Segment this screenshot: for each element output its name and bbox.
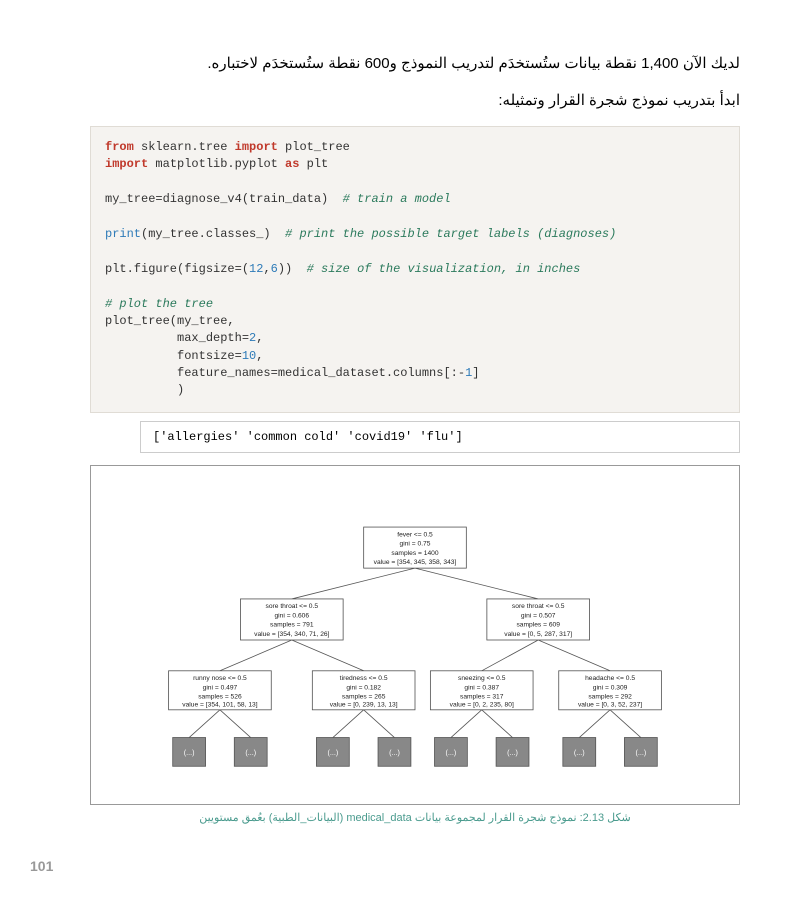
kw-print: print	[105, 227, 141, 241]
svg-text:(...): (...)	[245, 749, 256, 757]
code-number: 12	[249, 262, 263, 276]
kw-as: as	[285, 157, 299, 171]
svg-text:tiredness <= 0.5: tiredness <= 0.5	[340, 675, 388, 682]
svg-text:gini = 0.606: gini = 0.606	[274, 612, 309, 619]
tree-leaf: (...)	[563, 737, 596, 766]
svg-text:value = [0, 239, 13, 13]: value = [0, 239, 13, 13]	[330, 702, 398, 709]
svg-text:(...): (...)	[635, 749, 646, 757]
page-container: لديك الآن 1,400 نقطة بيانات ستُستخدَم لت…	[0, 0, 800, 904]
code-text: plot_tree	[278, 140, 350, 154]
svg-text:runny nose <= 0.5: runny nose <= 0.5	[193, 675, 247, 682]
svg-text:sneezing <= 0.5: sneezing <= 0.5	[458, 675, 506, 682]
tree-leaf: (...)	[378, 737, 411, 766]
kw-from: from	[105, 140, 134, 154]
svg-text:samples = 317: samples = 317	[460, 693, 504, 700]
tree-leaf: (...)	[435, 737, 468, 766]
tree-node-l2-3: sneezing <= 0.5 gini = 0.387 samples = 3…	[430, 671, 533, 710]
svg-text:samples = 526: samples = 526	[198, 693, 242, 700]
svg-text:value = [354, 101, 58, 13]: value = [354, 101, 58, 13]	[182, 702, 257, 709]
svg-text:samples = 265: samples = 265	[342, 693, 386, 700]
svg-text:samples = 1400: samples = 1400	[391, 550, 438, 557]
svg-text:value = [0, 3, 52, 237]: value = [0, 3, 52, 237]	[578, 702, 642, 709]
svg-text:(...): (...)	[389, 749, 400, 757]
tree-node-l2-1: runny nose <= 0.5 gini = 0.497 samples =…	[169, 671, 272, 710]
svg-text:sore throat <= 0.5: sore throat <= 0.5	[512, 603, 565, 610]
code-text: matplotlib.pyplot	[148, 157, 285, 171]
code-comment: # train a model	[343, 192, 451, 206]
tree-node-l1-left: sore throat <= 0.5 gini = 0.606 samples …	[240, 599, 343, 640]
figure-caption: شكل 2.13: نموذج شجرة القرار لمجموعة بيان…	[90, 811, 740, 824]
svg-text:gini = 0.387: gini = 0.387	[464, 684, 499, 691]
code-block: from sklearn.tree import plot_tree impor…	[90, 126, 740, 413]
code-text: plot_tree(my_tree,	[105, 314, 235, 328]
svg-text:value = [0, 5, 287, 317]: value = [0, 5, 287, 317]	[504, 631, 572, 638]
code-text: sklearn.tree	[134, 140, 235, 154]
decision-tree-figure: fever <= 0.5 gini = 0.75 samples = 1400 …	[90, 465, 740, 805]
code-text: plt	[299, 157, 328, 171]
code-text: feature_names=medical_dataset.columns[:-	[105, 366, 465, 380]
tree-leaf: (...)	[234, 737, 267, 766]
tree-leaf: (...)	[316, 737, 349, 766]
tree-leaf: (...)	[624, 737, 657, 766]
code-text: plt.figure(figsize=(	[105, 262, 249, 276]
tree-node-l2-4: headache <= 0.5 gini = 0.309 samples = 2…	[559, 671, 662, 710]
kw-import: import	[105, 157, 148, 171]
code-comment: # print the possible target labels (diag…	[285, 227, 616, 241]
kw-import: import	[235, 140, 278, 154]
code-text: ))	[278, 262, 307, 276]
code-text: (my_tree.classes_)	[141, 227, 285, 241]
intro-paragraph-2: ابدأ بتدريب نموذج شجرة القرار وتمثيله:	[60, 87, 740, 114]
svg-text:value = [354, 340, 71, 26]: value = [354, 340, 71, 26]	[254, 631, 329, 638]
code-text: ,	[256, 331, 263, 345]
svg-text:gini = 0.507: gini = 0.507	[521, 612, 556, 619]
code-number: 6	[271, 262, 278, 276]
svg-text:(...): (...)	[574, 749, 585, 757]
code-text: fontsize=	[105, 349, 242, 363]
svg-text:gini = 0.182: gini = 0.182	[346, 684, 381, 691]
caption-post: (البيانات_الطبية) بعُمق مستويين	[199, 812, 346, 824]
svg-text:(...): (...)	[446, 749, 457, 757]
code-text: ,	[256, 349, 263, 363]
tree-node-l1-right: sore throat <= 0.5 gini = 0.507 samples …	[487, 599, 590, 640]
svg-text:(...): (...)	[184, 749, 195, 757]
code-text: ]	[472, 366, 479, 380]
output-block: ['allergies' 'common cold' 'covid19' 'fl…	[140, 421, 740, 453]
caption-dataset: medical_data	[346, 812, 411, 824]
code-text: my_tree=diagnose_v4(train_data)	[105, 192, 343, 206]
svg-text:gini = 0.309: gini = 0.309	[593, 684, 628, 691]
svg-text:value = [0, 2, 235, 80]: value = [0, 2, 235, 80]	[450, 702, 514, 709]
tree-leaf: (...)	[173, 737, 206, 766]
page-number: 101	[30, 858, 53, 874]
caption-pre: شكل 2.13: نموذج شجرة القرار لمجموعة بيان…	[412, 812, 631, 824]
tree-root-node: fever <= 0.5 gini = 0.75 samples = 1400 …	[364, 527, 467, 568]
svg-text:(...): (...)	[327, 749, 338, 757]
svg-text:samples = 292: samples = 292	[588, 693, 632, 700]
svg-text:samples = 791: samples = 791	[270, 622, 314, 629]
intro-paragraph-1: لديك الآن 1,400 نقطة بيانات ستُستخدَم لت…	[60, 50, 740, 77]
tree-svg: fever <= 0.5 gini = 0.75 samples = 1400 …	[101, 486, 729, 794]
svg-text:value = [354, 345, 358, 343]: value = [354, 345, 358, 343]	[374, 559, 457, 566]
code-comment: # size of the visualization, in inches	[307, 262, 581, 276]
tree-leaf: (...)	[496, 737, 529, 766]
svg-text:gini = 0.75: gini = 0.75	[400, 540, 431, 547]
svg-text:gini = 0.497: gini = 0.497	[203, 684, 238, 691]
code-number: 10	[242, 349, 256, 363]
code-comment: # plot the tree	[105, 297, 213, 311]
code-text: max_depth=	[105, 331, 249, 345]
svg-text:sore throat <= 0.5: sore throat <= 0.5	[266, 603, 319, 610]
code-text: ,	[263, 262, 270, 276]
tree-node-l2-2: tiredness <= 0.5 gini = 0.182 samples = …	[312, 671, 415, 710]
svg-text:(...): (...)	[507, 749, 518, 757]
svg-text:headache <= 0.5: headache <= 0.5	[585, 675, 635, 682]
svg-text:samples = 609: samples = 609	[516, 622, 560, 629]
svg-text:fever <= 0.5: fever <= 0.5	[397, 531, 433, 538]
code-text: )	[105, 383, 184, 397]
